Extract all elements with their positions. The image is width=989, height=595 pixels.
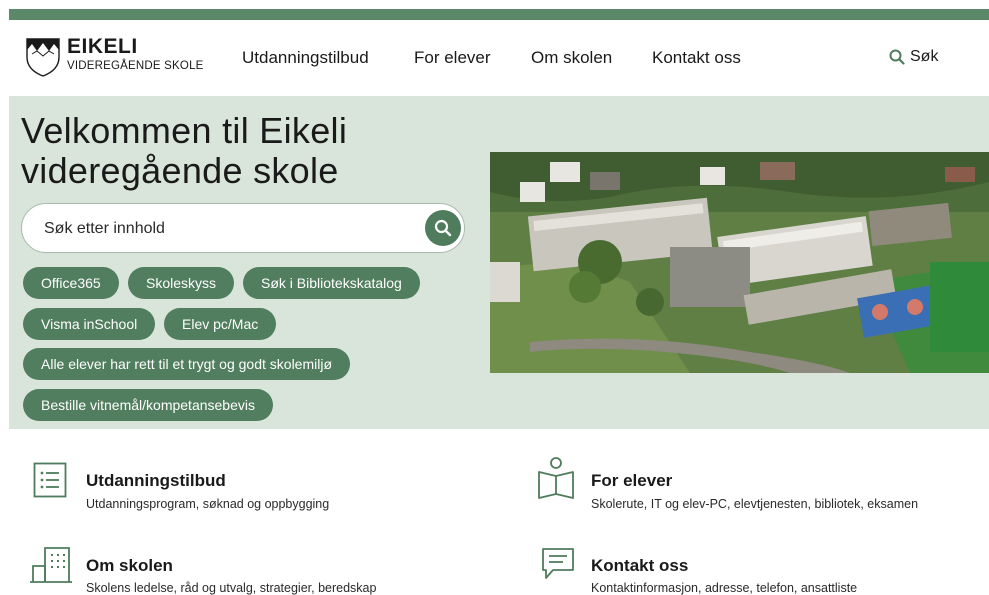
page-title: Velkommen til Eikeli videregående skole (21, 110, 348, 191)
search-icon (889, 49, 905, 65)
site-logo[interactable]: EIKELI VIDEREGÅENDE SKOLE (25, 35, 204, 77)
nav-kontakt-oss[interactable]: Kontakt oss (652, 48, 741, 68)
card-description: Skolerute, IT og elev-PC, elevtjenesten,… (591, 497, 919, 511)
school-aerial-photo (490, 152, 989, 373)
card-title: Utdanningstilbud (86, 471, 226, 490)
nav-for-elever[interactable]: For elever (414, 48, 491, 68)
chat-bubble-icon (542, 548, 574, 579)
quicklink-vitnemal[interactable]: Bestille vitnemål/kompetansebevis (23, 389, 273, 421)
quicklink-skoleskyss[interactable]: Skoleskyss (128, 267, 235, 299)
quicklink-visma-inschool[interactable]: Visma inSchool (23, 308, 156, 340)
quicklink-skolemiljo[interactable]: Alle elever har rett til et trygt og god… (23, 348, 351, 380)
header-search-label: Søk (910, 48, 939, 65)
nav-utdanningstilbud[interactable]: Utdanningstilbud (242, 48, 369, 68)
list-document-icon (33, 462, 67, 498)
top-bar (9, 9, 989, 20)
card-title: Kontakt oss (591, 556, 689, 575)
logo-name: EIKELI (67, 35, 138, 58)
quicklink-bibliotekskatalog[interactable]: Søk i Bibliotekskatalog (243, 267, 420, 299)
header-search-button[interactable]: Søk (889, 48, 938, 66)
card-description: Utdanningsprogram, søknad og oppbygging (86, 497, 330, 511)
search-placeholder: Søk etter innhold (44, 220, 165, 237)
logo-subtitle: VIDEREGÅENDE SKOLE (67, 60, 204, 72)
card-title: For elever (591, 471, 673, 490)
building-icon (30, 547, 72, 583)
site-header: EIKELI VIDEREGÅENDE SKOLE Utdanningstilb… (9, 20, 989, 96)
quicklink-office365[interactable]: Office365 (23, 267, 119, 299)
shield-logo-icon (26, 38, 60, 77)
hero-section: Velkommen til Eikeli videregående skole … (9, 96, 989, 429)
card-description: Skolens ledelse, råd og utvalg, strategi… (86, 581, 377, 595)
hero-search-input[interactable]: Søk etter innhold (21, 203, 465, 253)
reading-person-icon (538, 457, 574, 499)
search-submit-button[interactable] (425, 210, 461, 246)
card-title: Om skolen (86, 556, 173, 575)
card-description: Kontaktinformasjon, adresse, telefon, an… (591, 581, 858, 595)
search-icon (434, 219, 452, 237)
nav-om-skolen[interactable]: Om skolen (531, 48, 612, 68)
quicklink-elev-pc-mac[interactable]: Elev pc/Mac (164, 308, 277, 340)
